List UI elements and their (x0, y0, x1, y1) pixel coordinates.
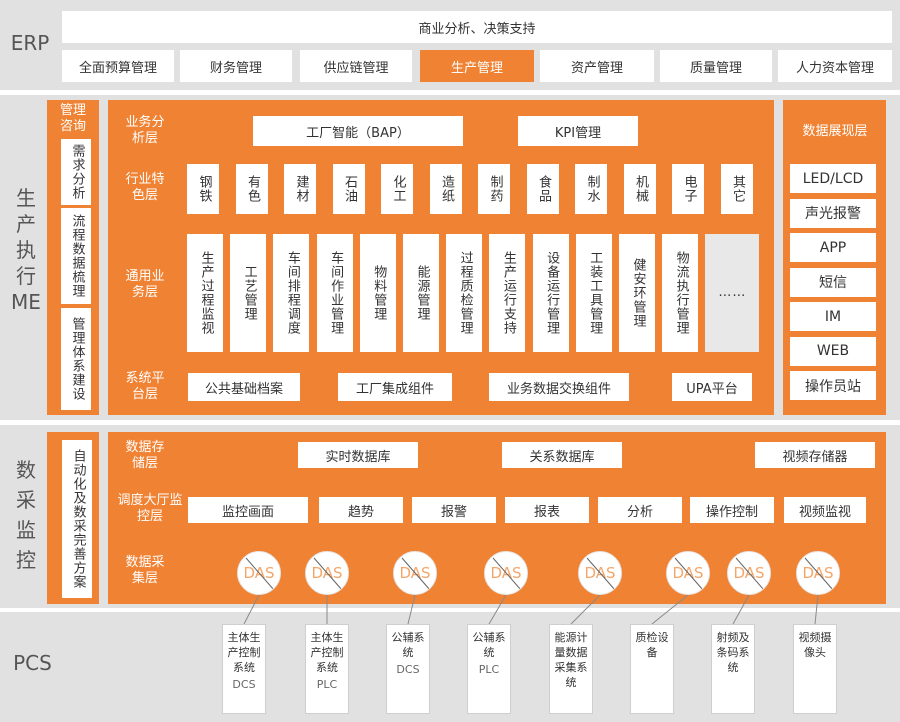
das-strike-icon (586, 557, 616, 591)
pcs-system-name: 主体生产控制系统 (227, 631, 261, 674)
das-strike-icon (492, 557, 522, 591)
industry-item-5[interactable]: 造纸 (429, 164, 462, 214)
display-item-0[interactable]: LED/LCD (790, 164, 876, 193)
monitor-item-5[interactable]: 操作控制 (690, 497, 774, 523)
industry-item-2[interactable]: 建材 (284, 164, 316, 214)
display-item-6[interactable]: 操作员站 (790, 371, 876, 400)
erp-module-2[interactable]: 供应链管理 (300, 50, 412, 82)
monitor-item-6[interactable]: 视频监视 (784, 497, 866, 523)
das-circle-4[interactable]: DAS (578, 551, 622, 595)
display-item-3[interactable]: 短信 (790, 267, 876, 297)
general-item-2[interactable]: 车间排程调度 (273, 234, 310, 352)
general-item-8[interactable]: 设备运行管理 (532, 234, 569, 352)
das-circle-2[interactable]: DAS (393, 551, 437, 595)
display-item-2[interactable]: APP (790, 233, 876, 262)
industry-item-0[interactable]: 钢铁 (187, 164, 219, 214)
pcs-system-1[interactable]: 主体生产控制系统 PLC (305, 624, 349, 714)
das-circle-1[interactable]: DAS (305, 551, 349, 595)
pcs-system-7[interactable]: 视频摄像头 (793, 624, 837, 714)
industry-item-1[interactable]: 有色 (235, 164, 268, 214)
industry-item-8[interactable]: 制水 (575, 164, 607, 214)
general-item-5[interactable]: 能源管理 (403, 234, 439, 352)
pcs-system-name: 质检设备 (635, 631, 669, 659)
general-item-11[interactable]: 物流执行管理 (662, 234, 699, 352)
pcs-system-name: 视频摄像头 (798, 631, 832, 659)
das-pcs-link-0 (243, 594, 260, 625)
das-pcs-link-2 (407, 594, 416, 625)
erp-module-6[interactable]: 人力资本管理 (778, 50, 892, 82)
monitor-item-2[interactable]: 报警 (412, 497, 496, 523)
das-pcs-link-3 (488, 594, 507, 625)
general-item-3[interactable]: 车间作业管理 (316, 234, 353, 352)
display-item-1[interactable]: 声光报警 (790, 198, 876, 228)
general-item-6[interactable]: 过程质检管理 (446, 234, 483, 352)
general-item-7[interactable]: 生产运行支持 (489, 234, 526, 352)
das-pcs-link-7 (814, 594, 819, 625)
monitor-item-1[interactable]: 趋势 (319, 497, 403, 523)
general-item-12[interactable]: …… (705, 234, 760, 352)
general-item-4[interactable]: 物料管理 (359, 234, 396, 352)
erp-module-0[interactable]: 全面预算管理 (62, 50, 174, 82)
industry-item-4[interactable]: 化工 (381, 164, 413, 214)
pcs-system-name: 主体生产控制系统 (310, 631, 344, 674)
industry-item-10[interactable]: 电子 (672, 164, 704, 214)
industry-item-6[interactable]: 制药 (478, 164, 510, 214)
industry-item-3[interactable]: 石油 (332, 164, 365, 214)
pcs-system-0[interactable]: 主体生产控制系统 DCS (222, 624, 266, 714)
industry-item-7[interactable]: 食品 (526, 164, 559, 214)
das-circle-3[interactable]: DAS (484, 551, 528, 595)
monitor-item-4[interactable]: 分析 (598, 497, 682, 523)
erp-module-1[interactable]: 财务管理 (180, 50, 292, 82)
das-pcs-links (243, 594, 819, 625)
general-item-0[interactable]: 生产过程监视 (187, 234, 223, 352)
das-pcs-link-4 (570, 594, 601, 625)
general-item-10[interactable]: 健安环管理 (619, 234, 655, 352)
pcs-system-2[interactable]: 公辅系统 DCS (386, 624, 430, 714)
pcs-system-type: PLC (316, 677, 338, 691)
general-item-9[interactable]: 工装工具管理 (575, 234, 612, 352)
pcs-system-name: 能源计量数据采集系统 (554, 631, 588, 689)
pcs-system-name: 射频及条码系统 (716, 631, 750, 674)
pcs-system-4[interactable]: 能源计量数据采集系统 (549, 624, 593, 714)
erp-module-5[interactable]: 质量管理 (660, 50, 772, 82)
pcs-system-type: DCS (396, 662, 420, 676)
display-item-4[interactable]: IM (790, 302, 876, 331)
pcs-system-type: DCS (232, 677, 256, 691)
erp-module-4[interactable]: 资产管理 (540, 50, 654, 82)
das-strike-icon (735, 557, 765, 591)
das-strike-icon (674, 557, 704, 591)
pcs-system-type: PLC (478, 662, 500, 676)
pcs-system-name: 公辅系统 (472, 631, 506, 659)
das-strike-icon (245, 557, 275, 591)
monitor-item-3[interactable]: 报表 (505, 497, 589, 523)
das-strike-icon (401, 557, 431, 591)
das-circle-0[interactable]: DAS (237, 551, 281, 595)
monitor-item-0[interactable]: 监控画面 (188, 497, 308, 523)
general-item-1[interactable]: 工艺管理 (230, 234, 267, 352)
das-pcs-link-5 (651, 594, 689, 625)
erp-module-3[interactable]: 生产管理 (420, 50, 534, 82)
pcs-system-3[interactable]: 公辅系统 PLC (467, 624, 511, 714)
das-circle-5[interactable]: DAS (666, 551, 710, 595)
das-circle-7[interactable]: DAS (796, 551, 840, 595)
das-circle-6[interactable]: DAS (727, 551, 771, 595)
pcs-system-name: 公辅系统 (391, 631, 425, 659)
display-item-5[interactable]: WEB (790, 336, 876, 366)
das-strike-icon (804, 557, 834, 591)
industry-item-11[interactable]: 其它 (720, 164, 753, 214)
pcs-system-6[interactable]: 射频及条码系统 (711, 624, 755, 714)
das-strike-icon (313, 557, 343, 591)
pcs-system-5[interactable]: 质检设备 (630, 624, 674, 714)
das-pcs-link-6 (732, 594, 750, 625)
industry-item-9[interactable]: 机械 (623, 164, 656, 214)
